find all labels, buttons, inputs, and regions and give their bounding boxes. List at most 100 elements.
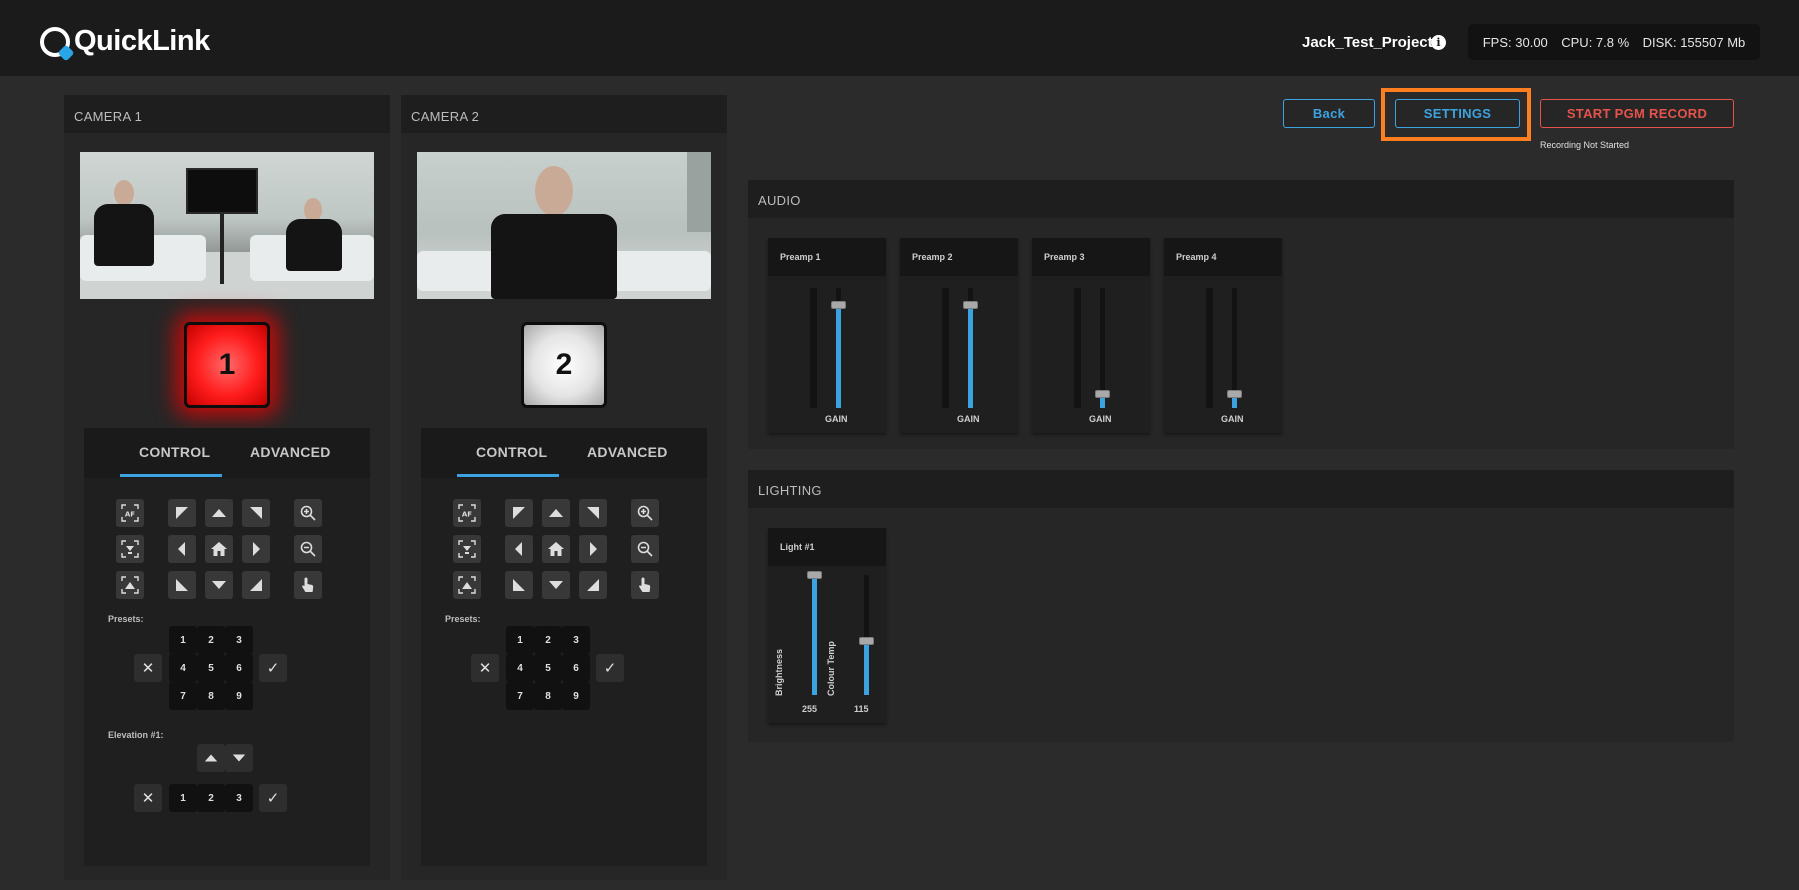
camera-2-tabs: CONTROL ADVANCED	[421, 428, 707, 478]
preset-9-button[interactable]: 9	[562, 682, 590, 710]
lighting-title: LIGHTING	[748, 470, 1734, 508]
preset-5-button[interactable]: 5	[197, 654, 225, 682]
preset-6-button[interactable]: 6	[225, 654, 253, 682]
camera-1-panel: CAMERA 1 1 CONTROL ADVANCED AF Presets: …	[64, 95, 390, 880]
pan-up-left-button[interactable]	[168, 499, 196, 527]
pan-left-button[interactable]	[505, 535, 533, 563]
back-button[interactable]: Back	[1283, 99, 1375, 128]
start-pgm-record-button[interactable]: START PGM RECORD	[1540, 99, 1734, 128]
zoom-out-icon[interactable]	[294, 535, 322, 563]
camera-2-preview[interactable]	[417, 152, 711, 299]
preset-7-button[interactable]: 7	[169, 682, 197, 710]
project-name: Jack_Test_Project	[1302, 34, 1433, 51]
elevation-cancel-button[interactable]: ✕	[134, 784, 162, 812]
presets-label: Presets:	[445, 614, 481, 624]
exposure-icon[interactable]	[116, 571, 144, 599]
preset-confirm-button[interactable]: ✓	[596, 654, 624, 682]
preset-4-button[interactable]: 4	[169, 654, 197, 682]
preset-7-button[interactable]: 7	[506, 682, 534, 710]
elevation-preset-1-button[interactable]: 1	[169, 784, 197, 812]
logo-text: QuickLink	[74, 25, 210, 57]
home-icon[interactable]	[205, 535, 233, 563]
preset-confirm-button[interactable]: ✓	[259, 654, 287, 682]
pan-down-left-button[interactable]	[505, 571, 533, 599]
preset-8-button[interactable]: 8	[534, 682, 562, 710]
tilt-down-button[interactable]	[205, 571, 233, 599]
focus-target-icon[interactable]	[453, 535, 481, 563]
audio-title: AUDIO	[748, 180, 1734, 218]
light-name: Light #1	[768, 528, 886, 566]
zoom-in-icon[interactable]	[294, 499, 322, 527]
tab-control[interactable]: CONTROL	[139, 444, 210, 460]
audio-level-meter	[810, 288, 817, 408]
preset-8-button[interactable]: 8	[197, 682, 225, 710]
tab-control[interactable]: CONTROL	[476, 444, 547, 460]
tab-advanced[interactable]: ADVANCED	[250, 444, 331, 460]
preset-cancel-button[interactable]: ✕	[471, 654, 499, 682]
tab-advanced[interactable]: ADVANCED	[587, 444, 668, 460]
light-control-label: Brightness	[774, 648, 784, 696]
zoom-out-icon[interactable]	[631, 535, 659, 563]
audio-level-meter	[942, 288, 949, 408]
elevation-down-button[interactable]	[225, 744, 253, 772]
camera-1-preview[interactable]	[80, 152, 374, 299]
lighting-section: LIGHTING Light #1 Brightness 255 Colour Te…	[748, 470, 1734, 742]
info-icon[interactable]: i	[1431, 35, 1446, 50]
pan-right-button[interactable]	[579, 535, 607, 563]
gain-label: GAIN	[1089, 414, 1112, 424]
gain-fader-knob[interactable]	[963, 301, 978, 309]
preset-4-button[interactable]: 4	[506, 654, 534, 682]
svg-text:AF: AF	[462, 511, 472, 519]
light-fader-knob[interactable]	[859, 637, 874, 645]
audio-section: AUDIO Preamp 1 GAIN Preamp 2 GAIN Preamp 3 GA…	[748, 180, 1734, 449]
tilt-up-button[interactable]	[542, 499, 570, 527]
audio-channel-name: Preamp 2	[900, 238, 1018, 276]
elevation-confirm-button[interactable]: ✓	[259, 784, 287, 812]
elevation-preset-3-button[interactable]: 3	[225, 784, 253, 812]
preset-3-button[interactable]: 3	[225, 626, 253, 654]
preset-1-button[interactable]: 1	[506, 626, 534, 654]
gain-fader-knob[interactable]	[1227, 390, 1242, 398]
touch-pointer-icon[interactable]	[631, 571, 659, 599]
elevation-up-button[interactable]	[197, 744, 225, 772]
exposure-icon[interactable]	[453, 571, 481, 599]
light-fader-knob[interactable]	[807, 571, 822, 579]
tilt-up-button[interactable]	[205, 499, 233, 527]
preset-1-button[interactable]: 1	[169, 626, 197, 654]
audio-channel-name: Preamp 1	[768, 238, 886, 276]
autofocus-button[interactable]: AF	[453, 499, 481, 527]
gain-label: GAIN	[957, 414, 980, 424]
pan-up-right-button[interactable]	[579, 499, 607, 527]
camera-1-tally-button[interactable]: 1	[184, 322, 270, 408]
preset-5-button[interactable]: 5	[534, 654, 562, 682]
preset-9-button[interactable]: 9	[225, 682, 253, 710]
home-icon[interactable]	[542, 535, 570, 563]
preset-6-button[interactable]: 6	[562, 654, 590, 682]
active-tab-indicator	[120, 474, 222, 477]
pan-down-right-button[interactable]	[579, 571, 607, 599]
pan-down-right-button[interactable]	[242, 571, 270, 599]
elevation-preset-2-button[interactable]: 2	[197, 784, 225, 812]
pan-left-button[interactable]	[168, 535, 196, 563]
pan-right-button[interactable]	[242, 535, 270, 563]
focus-target-icon[interactable]	[116, 535, 144, 563]
pan-up-left-button[interactable]	[505, 499, 533, 527]
light-fader-fill	[864, 641, 869, 695]
gain-fader-knob[interactable]	[1095, 390, 1110, 398]
settings-button[interactable]: SETTINGS	[1395, 99, 1520, 128]
gain-fader-knob[interactable]	[831, 301, 846, 309]
pan-down-left-button[interactable]	[168, 571, 196, 599]
autofocus-button[interactable]: AF	[116, 499, 144, 527]
preset-2-button[interactable]: 2	[197, 626, 225, 654]
tilt-down-button[interactable]	[542, 571, 570, 599]
preset-3-button[interactable]: 3	[562, 626, 590, 654]
preset-cancel-button[interactable]: ✕	[134, 654, 162, 682]
disk-stat: DISK: 155507 Mb	[1642, 34, 1746, 50]
touch-pointer-icon[interactable]	[294, 571, 322, 599]
preset-2-button[interactable]: 2	[534, 626, 562, 654]
camera-2-tally-button[interactable]: 2	[521, 322, 607, 408]
pan-up-right-button[interactable]	[242, 499, 270, 527]
audio-level-meter	[1074, 288, 1081, 408]
camera-2-panel: CAMERA 2 2 CONTROL ADVANCED AF Presets:	[401, 95, 727, 880]
zoom-in-icon[interactable]	[631, 499, 659, 527]
